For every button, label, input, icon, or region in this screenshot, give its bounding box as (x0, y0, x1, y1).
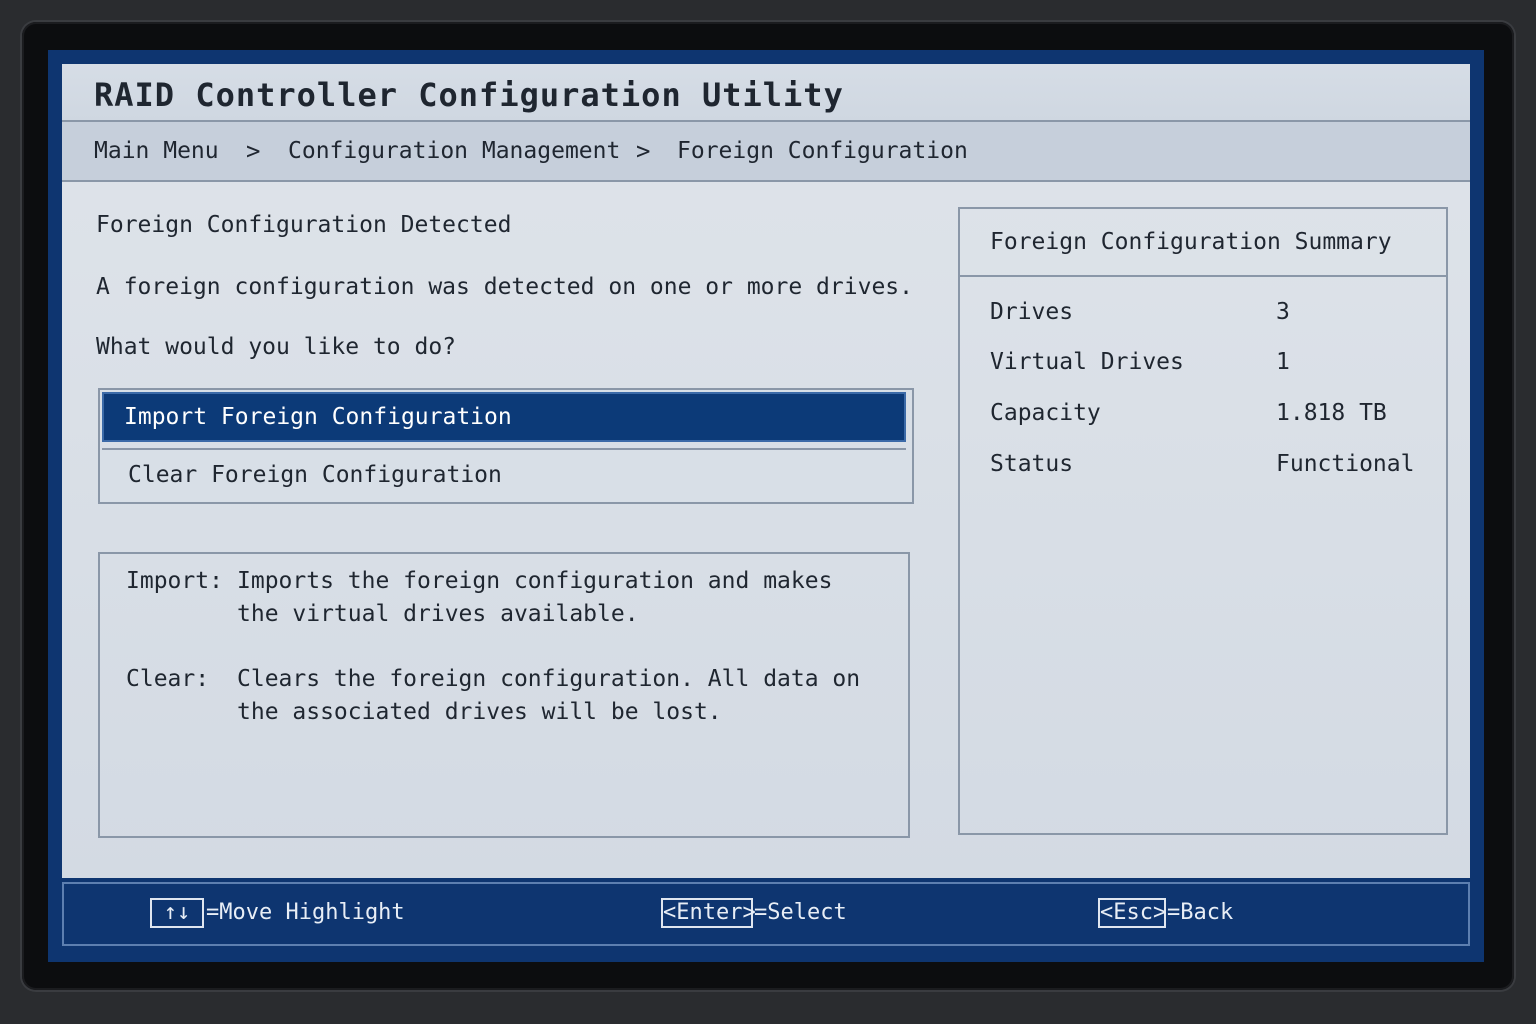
question-text: What would you like to do? (96, 334, 457, 360)
select-label: =Select (754, 900, 847, 925)
breadcrumb-separator: > (246, 137, 261, 165)
summary-label-status: Status (990, 451, 1074, 477)
help-clear-line1: Clears the foreign configuration. All da… (237, 666, 861, 692)
options-menu: Import Foreign Configuration Clear Forei… (98, 388, 914, 504)
breadcrumb-separator: > (636, 137, 651, 165)
back-label: =Back (1167, 900, 1234, 925)
page-title: RAID Controller Configuration Utility (94, 76, 844, 114)
summary-label-drives: Drives (990, 299, 1074, 325)
summary-title: Foreign Configuration Summary (990, 229, 1392, 255)
help-clear-key: Clear: (126, 666, 210, 692)
help-import-line2: the virtual drives available. (237, 601, 639, 627)
key-help-bar: ↑↓ =Move Highlight <Enter> =Select <Esc>… (62, 882, 1470, 946)
section-heading: Foreign Configuration Detected (96, 212, 512, 238)
summary-value-capacity: 1.818 TB (1276, 400, 1387, 426)
move-highlight-label: =Move Highlight (206, 900, 405, 925)
detection-message: A foreign configuration was detected on … (96, 274, 913, 300)
breadcrumb-main-menu[interactable]: Main Menu (94, 138, 219, 164)
breadcrumb-foreign-configuration: Foreign Configuration (677, 138, 968, 164)
summary-label-virtual-drives: Virtual Drives (990, 349, 1184, 375)
enter-key-icon: <Enter> (661, 898, 756, 928)
arrow-keys-icon: ↑↓ (150, 898, 204, 928)
help-import-line1: Imports the foreign configuration and ma… (237, 568, 833, 594)
title-bar: RAID Controller Configuration Utility (62, 64, 1470, 122)
clear-foreign-configuration-option[interactable]: Clear Foreign Configuration (102, 448, 906, 500)
help-clear-line2: the associated drives will be lost. (237, 699, 722, 725)
summary-header: Foreign Configuration Summary (960, 209, 1446, 277)
breadcrumb: Main Menu > Configuration Management > F… (62, 122, 1470, 182)
help-box: Import: Imports the foreign configuratio… (98, 552, 910, 838)
summary-label-capacity: Capacity (990, 400, 1101, 426)
help-import-key: Import: (126, 568, 223, 594)
main-panel: RAID Controller Configuration Utility Ma… (62, 64, 1470, 878)
esc-key-icon: <Esc> (1098, 898, 1166, 928)
summary-value-virtual-drives: 1 (1276, 349, 1290, 375)
breadcrumb-configuration-management[interactable]: Configuration Management (288, 138, 620, 164)
summary-value-status: Functional (1276, 451, 1415, 477)
import-foreign-configuration-option[interactable]: Import Foreign Configuration (102, 392, 906, 442)
summary-value-drives: 3 (1276, 299, 1290, 325)
summary-panel: Foreign Configuration Summary Drives 3 V… (958, 207, 1448, 835)
